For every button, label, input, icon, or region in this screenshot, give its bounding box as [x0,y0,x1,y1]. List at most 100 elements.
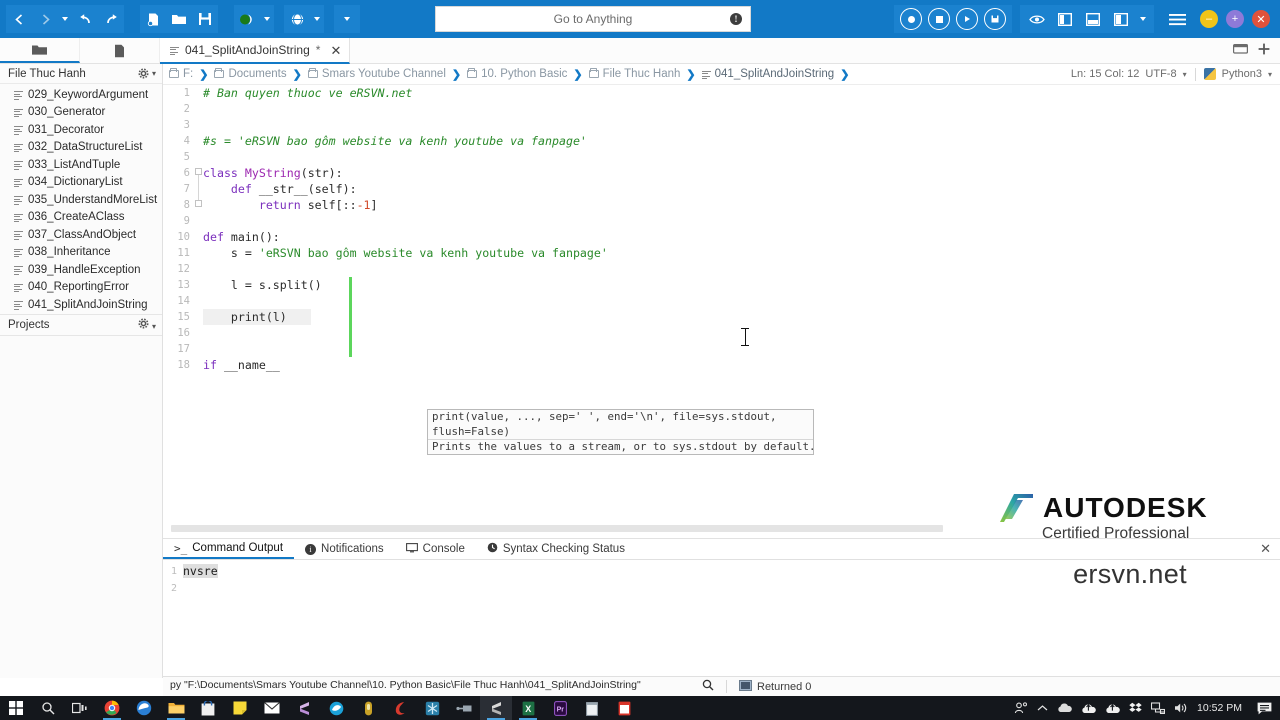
chevron-up-icon[interactable] [1037,704,1048,712]
globe-icon[interactable] [284,5,310,33]
run-dropdown-icon[interactable] [260,5,274,33]
sidebar-item-030[interactable]: 030_Generator [0,104,162,122]
people-icon[interactable] [1014,702,1028,714]
calendar-icon[interactable] [608,696,640,720]
breadcrumb-item-5[interactable]: 041_SplitAndJoinString [701,68,834,80]
start-icon[interactable] [0,696,32,720]
breadcrumb-item-2[interactable]: Smars Youtube Channel [307,68,446,80]
code-fold-column[interactable] [195,85,203,532]
file-explorer-icon[interactable] [160,696,192,720]
globe-dropdown-icon[interactable] [310,5,324,33]
sidebar-item-037[interactable]: 037_ClassAndObject [0,226,162,244]
notification-icon[interactable] [1257,702,1272,715]
layout-left-icon[interactable] [1052,5,1078,33]
excel-icon[interactable]: X [512,696,544,720]
notepad-icon[interactable] [576,696,608,720]
scrollbar-thumb[interactable] [171,525,943,532]
premiere-icon[interactable]: Pr [544,696,576,720]
unity-icon[interactable] [352,696,384,720]
taskbar-clock[interactable]: 10:52 PM [1197,702,1242,714]
redo-icon[interactable] [98,5,124,33]
layout-bottom-icon[interactable] [1080,5,1106,33]
history-dropdown-icon[interactable] [58,5,72,33]
edge-icon[interactable] [128,696,160,720]
menu-icon[interactable] [1164,5,1190,33]
tab-syntax-checking-status[interactable]: Syntax Checking Status [476,539,636,559]
sidebar-folder-header[interactable]: File Thuc Hanh ▾ [0,64,162,84]
language-label[interactable]: Python3 [1222,68,1262,80]
sidebar-item-039[interactable]: 039_HandleException [0,261,162,279]
chevron-down-icon[interactable]: ▾ [1268,70,1272,79]
tab-console[interactable]: Console [395,539,476,559]
breadcrumb-item-1[interactable]: Documents [214,68,287,80]
forward-arrow-icon[interactable] [32,5,58,33]
camtasia-icon[interactable] [384,696,416,720]
document-tab-041[interactable]: 041_SplitAndJoinString * ✕ [160,38,351,64]
sidebar-folder-tab[interactable] [0,38,80,63]
tab-notifications[interactable]: i Notifications [294,539,395,559]
network-icon[interactable] [1151,702,1166,714]
chevron-down-icon[interactable]: ▾ [1183,70,1187,79]
run-build-icon[interactable] [234,5,260,33]
layout-right-icon[interactable] [1108,5,1134,33]
sidebar-item-034[interactable]: 034_DictionaryList [0,174,162,192]
dropbox-icon[interactable] [1129,702,1142,714]
open-folder-icon[interactable] [166,5,192,33]
sidebar-item-029[interactable]: 029_KeywordArgument [0,86,162,104]
new-file-icon[interactable] [140,5,166,33]
sidebar-item-040[interactable]: 040_ReportingError [0,279,162,297]
breadcrumb-item-4[interactable]: File Thuc Hanh [588,68,680,80]
panel-close-icon[interactable]: ✕ [1260,539,1280,559]
maximize-button[interactable]: + [1226,10,1244,28]
projects-panel-header[interactable]: Projects ▾ [0,314,162,336]
save-macro-icon[interactable] [984,8,1006,30]
distraction-free-icon[interactable] [1233,43,1249,58]
paint3d-icon[interactable] [320,696,352,720]
code-editor[interactable]: 1 2 3 4 5 6 7 8 9 10 11 12 13 14 15 16 1… [163,85,1280,532]
sidebar-item-033[interactable]: 033_ListAndTuple [0,156,162,174]
breadcrumb-item-3[interactable]: 10. Python Basic [467,68,567,80]
sidebar-settings[interactable]: ▾ [138,68,156,79]
magnifier-icon[interactable] [702,679,714,694]
sticky-notes-icon[interactable] [224,696,256,720]
search-icon[interactable] [32,696,64,720]
deepfreeze-icon[interactable] [416,696,448,720]
layout-dropdown-icon[interactable] [1136,5,1150,33]
record-icon[interactable] [900,8,922,30]
mail-icon[interactable] [256,696,288,720]
onedrive-b-icon[interactable] [1081,703,1096,714]
minimize-button[interactable]: – [1200,10,1218,28]
sidebar-item-038[interactable]: 038_Inheritance [0,244,162,262]
sublime-text-icon[interactable] [288,696,320,720]
projects-settings[interactable]: ▾ [138,318,156,332]
sidebar-item-031[interactable]: 031_Decorator [0,121,162,139]
tab-command-output[interactable]: >_ Command Output [163,539,295,559]
chrome-icon[interactable] [96,696,128,720]
close-icon[interactable]: ✕ [330,44,341,57]
onedrive-c-icon[interactable] [1105,703,1120,714]
close-button[interactable]: ✕ [1252,10,1270,28]
task-view-icon[interactable] [64,696,96,720]
go-to-anything-bar[interactable]: Go to Anything ! [435,6,751,32]
eye-icon[interactable] [1024,5,1050,33]
code-content[interactable]: # Ban quyen thuoc ve eRSVN.net #s = 'eRS… [203,85,1280,532]
sidebar-file-tab[interactable] [80,38,160,63]
onedrive-icon[interactable] [1057,703,1072,713]
save-icon[interactable] [192,5,218,33]
store-icon[interactable] [192,696,224,720]
sidebar-item-036[interactable]: 036_CreateAClass [0,209,162,227]
sidebar-item-032[interactable]: 032_DataStructureList [0,139,162,157]
putty-icon[interactable] [448,696,480,720]
back-arrow-icon[interactable] [6,5,32,33]
info-icon[interactable]: ! [730,13,742,25]
fold-marker[interactable] [195,168,202,175]
encoding-label[interactable]: UTF-8 [1145,68,1176,80]
more-options-icon[interactable] [334,5,360,33]
sidebar-item-041[interactable]: 041_SplitAndJoinString [0,296,162,314]
sidebar-item-035[interactable]: 035_UnderstandMoreList [0,191,162,209]
volume-icon[interactable] [1174,702,1188,714]
sublime-active-icon[interactable] [480,696,512,720]
breadcrumb-item-0[interactable]: F: [169,68,193,80]
undo-icon[interactable] [72,5,98,33]
play-icon[interactable] [956,8,978,30]
